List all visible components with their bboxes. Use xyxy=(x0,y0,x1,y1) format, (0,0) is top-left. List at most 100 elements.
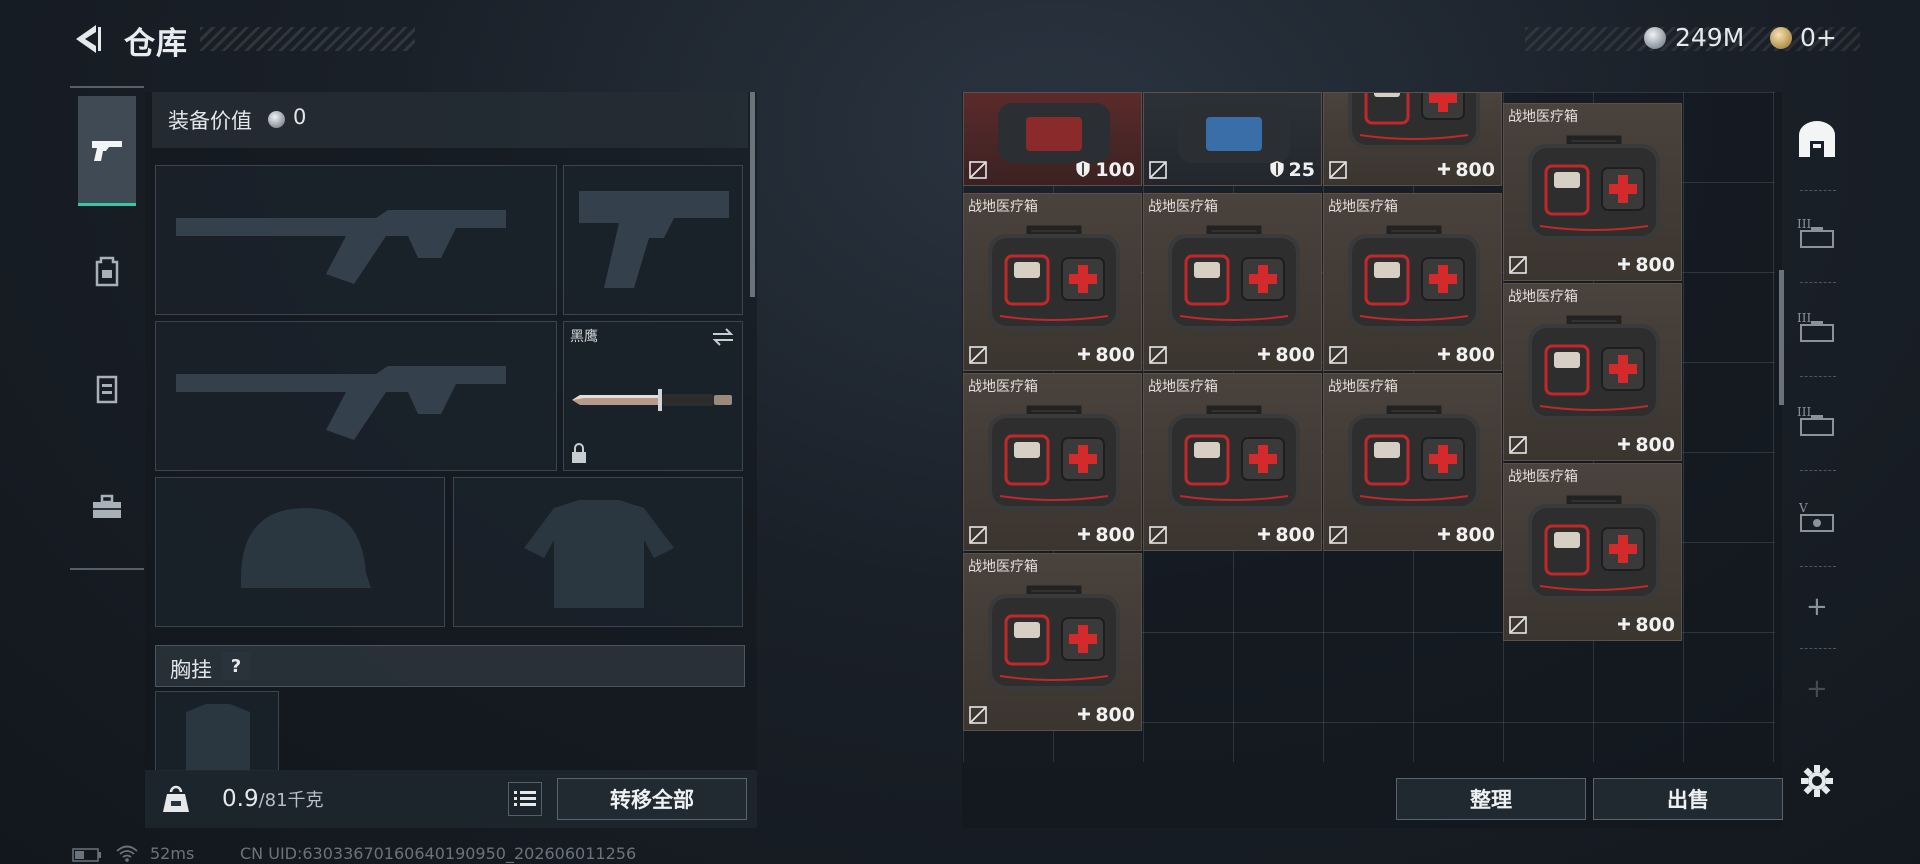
page-title: 仓库 xyxy=(124,26,188,62)
helmet-slot[interactable] xyxy=(155,477,445,627)
arrange-button[interactable]: 整理 xyxy=(1396,778,1586,820)
no-drop-icon xyxy=(1509,256,1527,274)
tab-vest[interactable] xyxy=(78,334,136,444)
user-uid: CN UID:63033670160640190950_202606011256 xyxy=(240,844,637,863)
plus-icon xyxy=(1258,348,1271,360)
first-aid-kit-icon xyxy=(1167,405,1300,510)
storage-item-value: 800 xyxy=(1617,434,1675,456)
rail-case-3[interactable]: III xyxy=(1794,398,1840,444)
no-drop-icon xyxy=(969,526,987,544)
rail-storage-main[interactable] xyxy=(1794,116,1840,162)
storage-item-name: 战地医疗箱 xyxy=(1328,379,1398,395)
equipment-value: 0 xyxy=(293,105,307,129)
plus-icon xyxy=(1618,258,1631,270)
gold-currency-amount[interactable]: 0+ xyxy=(1800,23,1837,52)
tab-tools[interactable] xyxy=(78,452,136,562)
rail-case-2[interactable]: III xyxy=(1794,304,1840,350)
plus-icon xyxy=(1438,348,1451,360)
storage-item-card[interactable]: 战地医疗箱 800 xyxy=(963,373,1142,551)
storage-arch-icon xyxy=(1799,121,1835,157)
rail-divider xyxy=(1800,190,1836,191)
tab-weapons[interactable] xyxy=(78,96,136,206)
backpack-icon xyxy=(95,256,119,287)
helmet-silhouette-icon xyxy=(241,508,371,588)
first-aid-kit-icon xyxy=(987,405,1120,510)
plus-icon xyxy=(1078,708,1091,720)
tab-backpack[interactable] xyxy=(78,216,136,326)
storage-item-card[interactable]: 战地医疗箱 800 xyxy=(963,193,1142,371)
sidearm-slot[interactable] xyxy=(563,165,743,315)
storage-item-card[interactable]: 战地医疗箱 800 xyxy=(1323,373,1502,551)
storage-item-name: 战地医疗箱 xyxy=(1508,109,1578,125)
storage-item-value: 800 xyxy=(1257,344,1315,366)
first-aid-kit-icon xyxy=(987,225,1120,330)
no-drop-icon xyxy=(1149,526,1167,544)
secondary-weapon-slot[interactable] xyxy=(155,321,557,471)
no-drop-icon xyxy=(1149,346,1167,364)
first-aid-kit-icon xyxy=(1527,315,1660,420)
storage-item-card[interactable]: 战地医疗箱 800 xyxy=(1143,373,1322,551)
add-case-button-disabled: + xyxy=(1806,674,1828,704)
storage-item-card[interactable]: 战地医疗箱 800 xyxy=(1143,193,1322,371)
carry-weight: 0.9/81千克 xyxy=(222,786,324,812)
storage-item-card[interactable]: 战地医疗箱 800 xyxy=(1503,283,1682,461)
storage-item-card[interactable]: 战地医疗箱 800 xyxy=(1503,463,1682,641)
case-III-icon: III xyxy=(1797,217,1834,248)
case-tier-label: III xyxy=(1797,217,1811,231)
list-view-button[interactable] xyxy=(508,782,542,816)
armor-silhouette-icon xyxy=(524,500,674,608)
storage-item-name: 战地医疗箱 xyxy=(1508,469,1578,485)
storage-scrollbar[interactable] xyxy=(1779,270,1784,405)
rifle-silhouette-icon xyxy=(176,366,506,440)
storage-item-card[interactable]: 战地医疗箱 800 xyxy=(1323,193,1502,371)
storage-item-value: 800 xyxy=(1437,524,1495,546)
transfer-all-button[interactable]: 转移全部 xyxy=(557,778,747,820)
chest-rig-label: 胸挂 xyxy=(170,658,212,682)
category-tab-rail xyxy=(70,86,144,570)
rifle-silhouette-icon xyxy=(176,210,506,284)
lock-icon xyxy=(572,443,586,463)
storage-item-card[interactable]: 800 xyxy=(1323,92,1502,186)
rail-case-4[interactable]: V xyxy=(1794,494,1840,540)
swap-icon[interactable] xyxy=(710,326,736,348)
settings-gear-icon[interactable] xyxy=(1800,764,1834,798)
storage-item-value-text: 800 xyxy=(1635,434,1675,456)
storage-item-value: 800 xyxy=(1437,159,1495,181)
rail-case-1[interactable]: III xyxy=(1794,210,1840,256)
storage-item-card[interactable]: 战地医疗箱 800 xyxy=(1503,103,1682,281)
pistol-icon xyxy=(92,140,122,161)
plus-icon xyxy=(1078,348,1091,360)
add-case-button[interactable]: + xyxy=(1806,592,1828,622)
equipment-scrollbar[interactable] xyxy=(750,92,755,297)
help-icon[interactable]: ? xyxy=(222,652,250,680)
body-armor-slot[interactable] xyxy=(453,477,743,627)
silver-coin-icon xyxy=(1644,27,1666,49)
chest-rig-slot[interactable] xyxy=(155,691,279,771)
first-aid-kit-icon xyxy=(1347,405,1480,510)
storage-item-value: 800 xyxy=(1077,344,1135,366)
storage-item-name: 战地医疗箱 xyxy=(1148,379,1218,395)
storage-item-card[interactable]: 100 xyxy=(963,92,1142,186)
storage-item-value-text: 800 xyxy=(1635,254,1675,276)
rail-divider xyxy=(1800,648,1836,649)
storage-item-value-text: 800 xyxy=(1635,614,1675,636)
back-arrow-icon[interactable] xyxy=(70,22,104,56)
no-drop-icon xyxy=(1329,526,1347,544)
title-decoration xyxy=(200,27,415,51)
no-drop-icon xyxy=(969,706,987,724)
no-drop-icon xyxy=(969,161,987,179)
sell-button[interactable]: 出售 xyxy=(1593,778,1783,820)
first-aid-kit-icon xyxy=(1167,225,1300,330)
storage-item-card[interactable]: 战地医疗箱 800 xyxy=(963,553,1142,731)
no-drop-icon xyxy=(969,346,987,364)
carry-weight-max: /81千克 xyxy=(258,790,324,811)
plus-icon xyxy=(1078,528,1091,540)
rail-divider xyxy=(1800,376,1836,377)
melee-slot[interactable]: 黑鹰 xyxy=(563,321,743,471)
primary-weapon-slot[interactable] xyxy=(155,165,557,315)
storage-item-value-text: 800 xyxy=(1455,159,1495,181)
storage-item-card[interactable]: 25 xyxy=(1143,92,1322,186)
no-drop-icon xyxy=(1329,161,1347,179)
case-tier-label: V xyxy=(1798,501,1808,515)
case-tier-label: III xyxy=(1797,405,1811,419)
